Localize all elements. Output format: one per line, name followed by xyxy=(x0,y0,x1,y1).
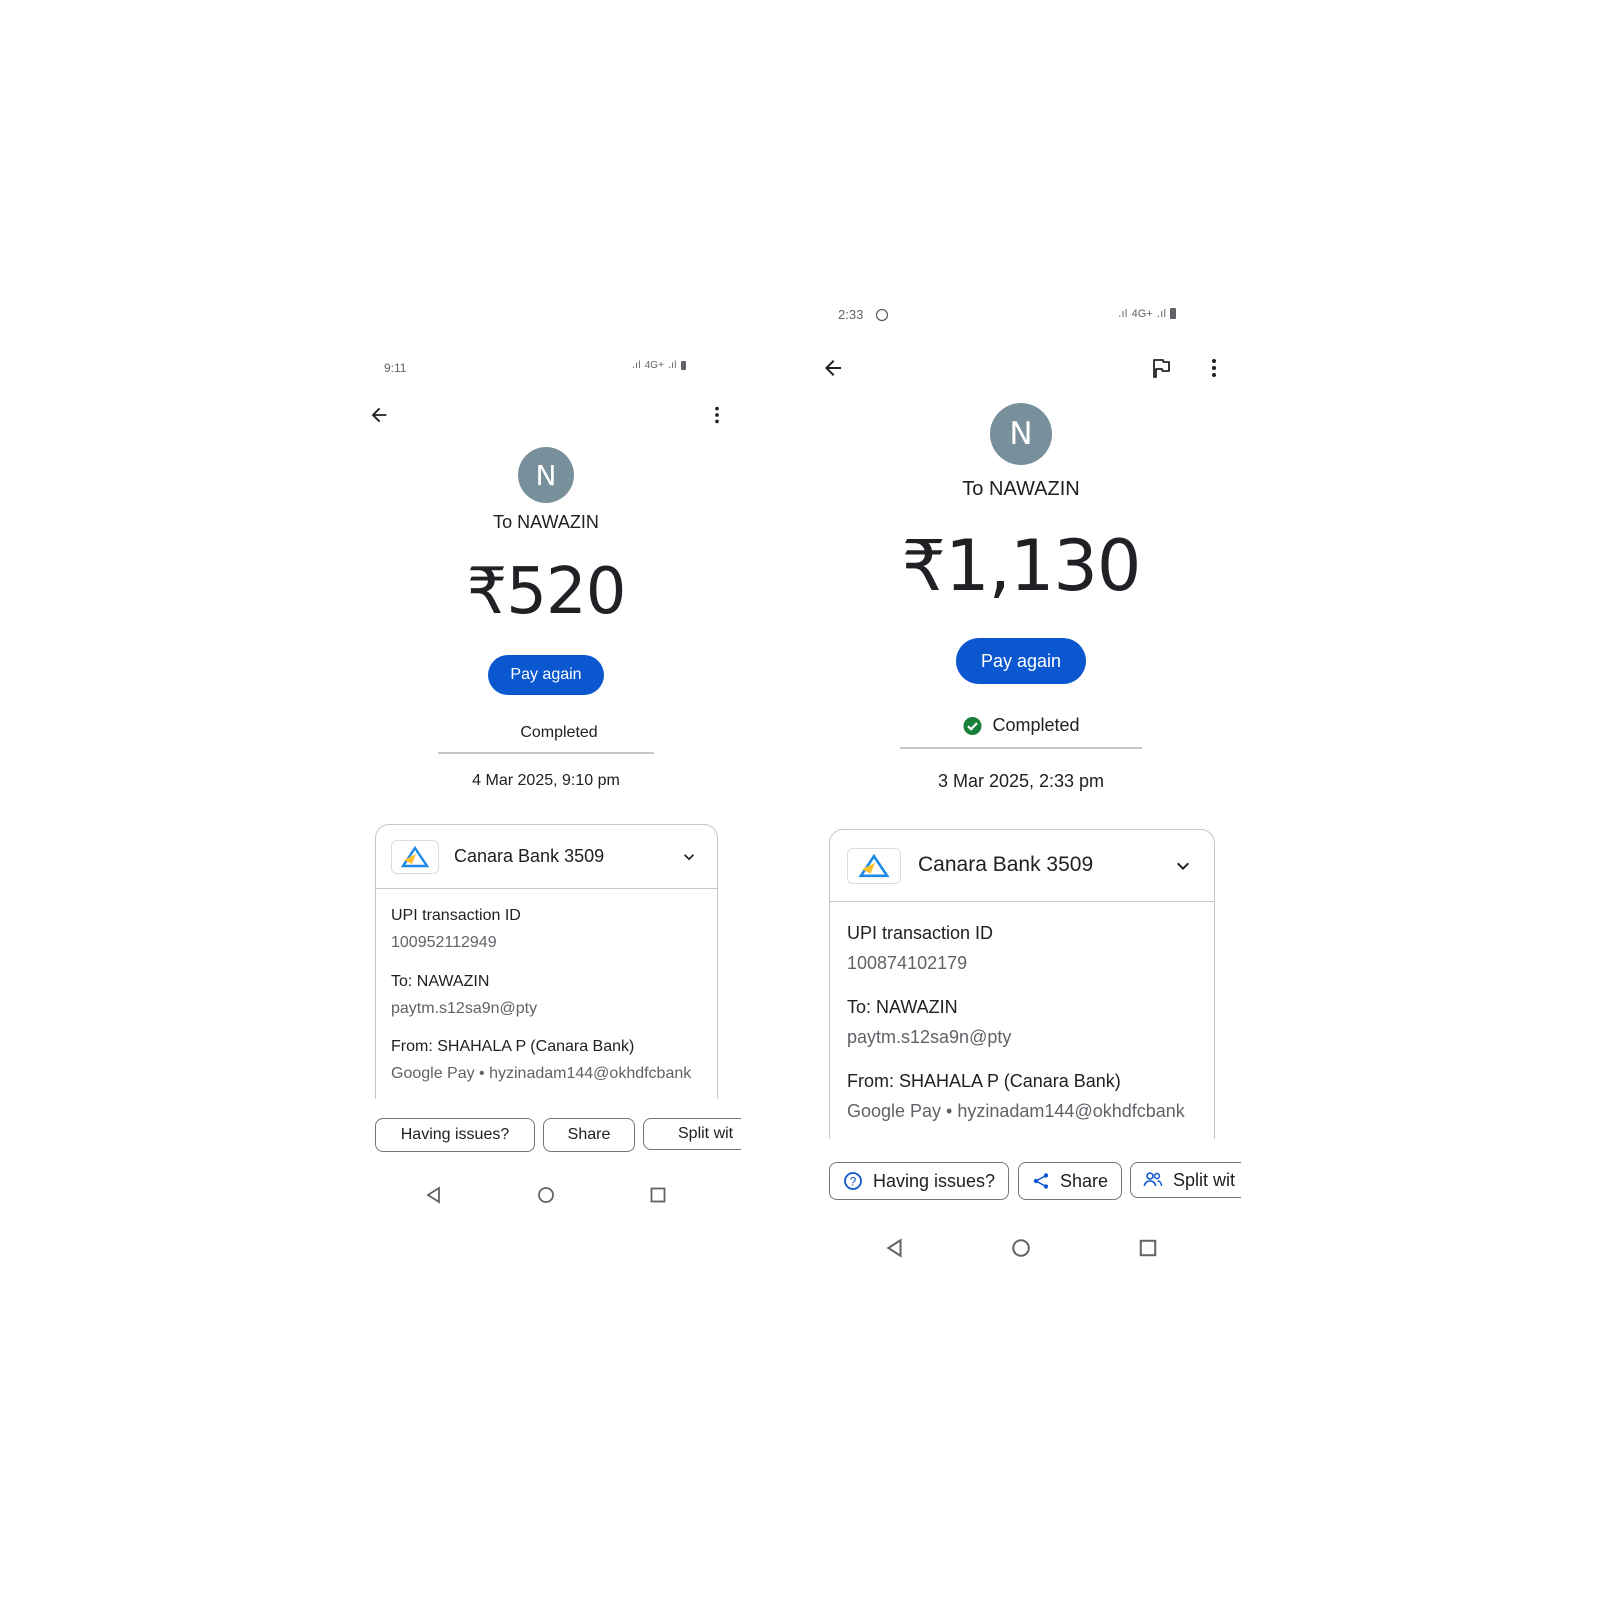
status-time: 9:11 xyxy=(384,361,407,375)
back-arrow-icon[interactable] xyxy=(821,356,845,380)
amount: ₹520 xyxy=(466,555,627,629)
avatar: N xyxy=(518,447,574,503)
nav-recents-icon[interactable] xyxy=(1138,1238,1158,1258)
details-card: Canara Bank 3509 UPI transaction ID 1009… xyxy=(375,824,718,1099)
network-type-label: 4G+ xyxy=(644,360,664,371)
more-vert-icon[interactable] xyxy=(1202,356,1226,380)
amount: ₹1,130 xyxy=(901,525,1142,607)
split-with-label: Split wit xyxy=(1173,1169,1236,1190)
transaction-datetime: 4 Mar 2025, 9:10 pm xyxy=(472,772,620,789)
nav-home-icon[interactable] xyxy=(537,1186,555,1204)
signal-icon: .ıl xyxy=(632,360,641,371)
signal-icon: .ıl xyxy=(1118,307,1128,320)
transaction-status: Completed xyxy=(520,724,598,741)
split-with-button[interactable]: Split wit xyxy=(1130,1162,1241,1198)
having-issues-button[interactable]: ? Having issues? xyxy=(829,1162,1009,1200)
share-label: Share xyxy=(1059,1170,1109,1191)
details-card: Canara Bank 3509 UPI transaction ID 1008… xyxy=(829,829,1215,1139)
bank-account-header[interactable]: Canara Bank 3509 xyxy=(376,825,717,889)
upi-transaction-id: 100874102179 xyxy=(847,953,968,973)
bank-account-name: Canara Bank 3509 xyxy=(454,846,605,866)
check-circle-icon xyxy=(963,716,982,735)
bank-account-header[interactable]: Canara Bank 3509 xyxy=(830,830,1214,902)
split-with-button[interactable]: Split wit xyxy=(643,1118,741,1150)
action-chips-row: ? Having issues? Share Split wit xyxy=(824,1156,1241,1206)
signal-icon: .ıl xyxy=(1156,307,1167,320)
svg-text:?: ? xyxy=(850,1175,857,1189)
pay-again-button[interactable]: Pay again xyxy=(956,638,1086,684)
nav-home-icon[interactable] xyxy=(1011,1238,1031,1258)
from-vpa: Google Pay • hyzinadam144@okhdfcbank xyxy=(847,1101,1185,1121)
status-icons: .ıl 4G+ .ıl xyxy=(1118,307,1177,320)
to-vpa: paytm.s12sa9n@pty xyxy=(391,1000,538,1017)
help-circle-icon: ? xyxy=(844,1172,862,1190)
upi-transaction-id: 100952112949 xyxy=(391,934,497,951)
status-time: 2:33 xyxy=(838,307,864,322)
signal-icon: .ıl xyxy=(667,360,677,371)
from-vpa: Google Pay • hyzinadam144@okhdfcbank xyxy=(391,1065,692,1082)
back-arrow-icon[interactable] xyxy=(368,404,390,426)
split-with-label: Split wit xyxy=(678,1125,734,1142)
status-icons: .ıl 4G+ .ıl xyxy=(632,360,686,371)
bank-account-name: Canara Bank 3509 xyxy=(918,853,1094,876)
chevron-down-icon[interactable] xyxy=(1171,854,1195,878)
canara-bank-logo xyxy=(391,840,439,874)
people-icon xyxy=(1143,1172,1163,1187)
having-issues-button[interactable]: Having issues? xyxy=(375,1118,535,1152)
transaction-datetime: 3 Mar 2025, 2:33 pm xyxy=(937,771,1105,791)
nav-back-icon[interactable] xyxy=(885,1238,905,1258)
nav-recents-icon[interactable] xyxy=(649,1186,667,1204)
share-icon xyxy=(1033,1173,1049,1189)
network-type-label: 4G+ xyxy=(1131,307,1153,320)
chevron-down-icon[interactable] xyxy=(679,847,699,867)
action-chips-row: Having issues? Share Split wit xyxy=(370,1112,741,1158)
divider xyxy=(900,747,1142,749)
canara-bank-logo xyxy=(847,848,901,884)
transaction-status: Completed xyxy=(992,715,1080,735)
transaction-status-row: Completed xyxy=(962,715,1080,736)
to-label: To: NAWAZIN xyxy=(391,973,490,990)
recipient-name: To NAWAZIN xyxy=(493,512,599,532)
share-button[interactable]: Share xyxy=(543,1118,635,1152)
battery-icon xyxy=(680,361,686,370)
to-label: To: NAWAZIN xyxy=(847,997,958,1017)
share-button[interactable]: Share xyxy=(1018,1162,1122,1200)
whatsapp-icon xyxy=(875,308,889,322)
recipient-name: To NAWAZIN xyxy=(962,478,1080,500)
share-label: Share xyxy=(567,1126,611,1143)
more-vert-icon[interactable] xyxy=(706,404,728,426)
having-issues-label: Having issues? xyxy=(400,1126,510,1143)
avatar: N xyxy=(990,403,1052,465)
nav-back-icon[interactable] xyxy=(425,1186,443,1204)
from-label: From: SHAHALA P (Canara Bank) xyxy=(847,1071,1121,1091)
divider xyxy=(438,752,654,754)
flag-icon[interactable] xyxy=(1149,356,1173,380)
to-vpa: paytm.s12sa9n@pty xyxy=(847,1027,1012,1047)
upi-label: UPI transaction ID xyxy=(391,907,521,924)
from-label: From: SHAHALA P (Canara Bank) xyxy=(391,1038,635,1055)
battery-icon xyxy=(1170,308,1177,319)
upi-label: UPI transaction ID xyxy=(847,923,994,943)
having-issues-label: Having issues? xyxy=(872,1170,996,1191)
pay-again-button[interactable]: Pay again xyxy=(488,655,604,695)
